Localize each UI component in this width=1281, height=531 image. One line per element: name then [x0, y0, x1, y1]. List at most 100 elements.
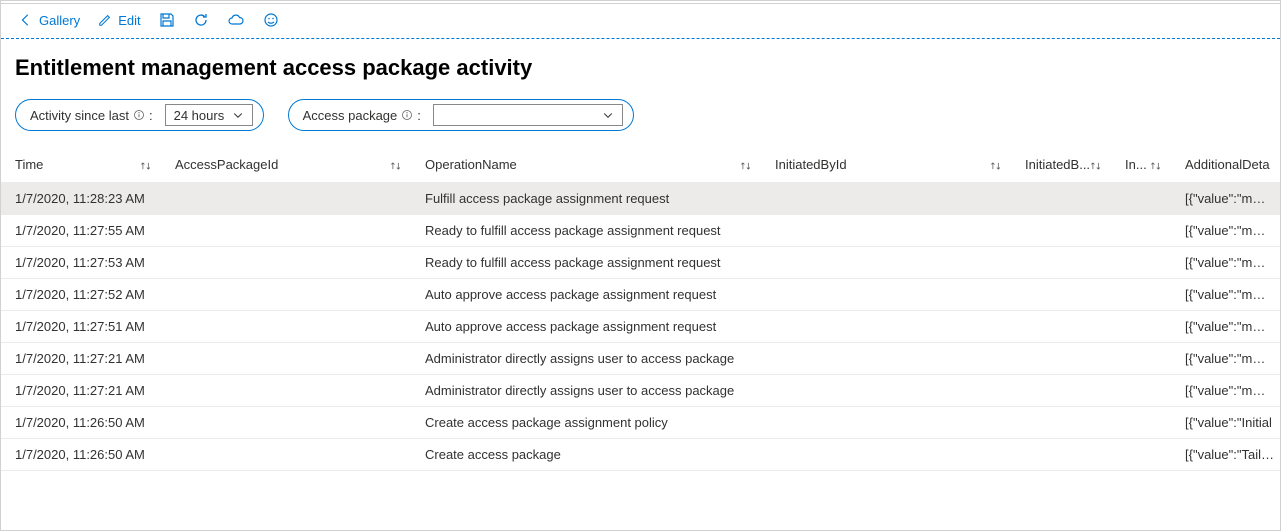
cell-accesspackageid [161, 183, 411, 215]
cell-operationname: Auto approve access package assignment r… [411, 311, 761, 343]
col-accesspackageid[interactable]: AccessPackageId [161, 149, 411, 183]
refresh-button[interactable] [187, 10, 215, 30]
cell-initiatedbyid [761, 343, 1011, 375]
table-row[interactable]: 1/7/2020, 11:27:21 AM Administrator direc… [1, 343, 1280, 375]
cell-operationname: Create access package assignment policy [411, 407, 761, 439]
gallery-button[interactable]: Gallery [13, 11, 86, 30]
chevron-down-icon [232, 109, 244, 121]
col-initiatedbyid[interactable]: InitiatedById [761, 149, 1011, 183]
activity-filter[interactable]: Activity since last : 24 hours [15, 99, 264, 131]
table-header: Time AccessPackageId OperationName Initi… [1, 149, 1280, 183]
cell-initiatedby [1011, 183, 1111, 215]
table-row[interactable]: 1/7/2020, 11:27:21 AMAdministrator direc… [1, 375, 1280, 407]
cell-operationname: Ready to fulfill access package assignme… [411, 247, 761, 279]
table-row[interactable]: 1/7/2020, 11:26:50 AM Create access packa… [1, 439, 1280, 471]
cell-initiatedbyid [761, 407, 1011, 439]
cell-operationname: Create access package [411, 439, 761, 471]
save-icon [159, 12, 175, 28]
cell-time: 1/7/2020, 11:27:21 AM [1, 375, 161, 407]
cell-initiatedbyid [761, 375, 1011, 407]
cell-accesspackageid [161, 343, 411, 375]
save-button[interactable] [153, 10, 181, 30]
cell-time: 1/7/2020, 11:27:53 AM [1, 247, 161, 279]
cell-initiatedbyid [761, 279, 1011, 311]
table-row[interactable]: 1/7/2020, 11:26:50 AM Create access packa… [1, 407, 1280, 439]
sort-icon [739, 160, 753, 172]
cell-initiatedby [1011, 279, 1111, 311]
package-filter-select[interactable] [433, 104, 623, 126]
cell-accesspackageid [161, 311, 411, 343]
cell-time: 1/7/2020, 11:26:50 AM [1, 439, 161, 471]
filter-bar: Activity since last : 24 hours Access pa… [1, 99, 1280, 131]
edit-button[interactable]: Edit [92, 11, 146, 30]
edit-label: Edit [118, 13, 140, 28]
results-table-wrap: Time AccessPackageId OperationName Initi… [1, 149, 1280, 471]
activity-filter-label: Activity since last : [26, 108, 157, 123]
arrow-left-icon [19, 13, 33, 27]
pencil-icon [98, 13, 112, 27]
cell-operationname: Auto approve access package assignment r… [411, 279, 761, 311]
col-operationname[interactable]: OperationName [411, 149, 761, 183]
table-row[interactable]: 1/7/2020, 11:27:53 AM Ready to fulfill ac… [1, 247, 1280, 279]
cell-accesspackageid [161, 215, 411, 247]
cell-operationname: Fulfill access package assignment reques… [411, 183, 761, 215]
app-window: Gallery Edit Entitlement management acce… [0, 0, 1281, 531]
cell-additionaldetails: [{"value":"Initial [1171, 407, 1280, 439]
col-additionaldetails[interactable]: AdditionalDeta [1171, 149, 1280, 183]
table-row[interactable]: 1/7/2020, 11:27:55 AM Ready to fulfill ac… [1, 215, 1280, 247]
package-filter-label: Access package : [299, 108, 425, 123]
cell-initiatedbyid [761, 183, 1011, 215]
cell-initiatedby [1011, 407, 1111, 439]
cloud-button[interactable] [221, 10, 251, 30]
cell-accesspackageid [161, 375, 411, 407]
cell-initiatedbyid [761, 215, 1011, 247]
toolbar: Gallery Edit [1, 4, 1280, 39]
cell-initiatedby [1011, 439, 1111, 471]
col-time[interactable]: Time [1, 149, 161, 183]
package-filter[interactable]: Access package : [288, 99, 634, 131]
sort-icon [1089, 160, 1103, 172]
cell-initiatedby [1011, 311, 1111, 343]
refresh-icon [193, 12, 209, 28]
cell-additionaldetails: [{"value":"mwah [1171, 343, 1280, 375]
col-initiatedby[interactable]: InitiatedB... [1011, 149, 1111, 183]
gallery-label: Gallery [39, 13, 80, 28]
cell-time: 1/7/2020, 11:27:51 AM [1, 311, 161, 343]
cell-in [1111, 183, 1171, 215]
cell-operationname: Ready to fulfill access package assignme… [411, 215, 761, 247]
cell-time: 1/7/2020, 11:27:52 AM [1, 279, 161, 311]
cell-accesspackageid [161, 247, 411, 279]
cell-additionaldetails: [{"value":"Tailspi [1171, 439, 1280, 471]
activity-filter-value: 24 hours [174, 108, 225, 123]
feedback-button[interactable] [257, 10, 285, 30]
cell-time: 1/7/2020, 11:27:55 AM [1, 215, 161, 247]
cell-time: 1/7/2020, 11:28:23 AM [1, 183, 161, 215]
cell-initiatedbyid [761, 311, 1011, 343]
cell-additionaldetails: [{"value":"mwah [1171, 311, 1280, 343]
sort-icon [1149, 160, 1163, 172]
info-icon [401, 109, 413, 121]
cell-additionaldetails: [{"value":"mwah [1171, 279, 1280, 311]
cell-initiatedbyid [761, 439, 1011, 471]
cell-in [1111, 247, 1171, 279]
cell-accesspackageid [161, 439, 411, 471]
table-row[interactable]: 1/7/2020, 11:28:23 AM Fulfill access pack… [1, 183, 1280, 215]
cell-additionaldetails: [{"value":"mwah [1171, 183, 1280, 215]
sort-icon [989, 160, 1003, 172]
cell-time: 1/7/2020, 11:26:50 AM [1, 407, 161, 439]
cell-time: 1/7/2020, 11:27:21 AM [1, 343, 161, 375]
cloud-icon [227, 12, 245, 28]
chevron-down-icon [602, 109, 614, 121]
cell-in [1111, 343, 1171, 375]
info-icon [133, 109, 145, 121]
results-table: Time AccessPackageId OperationName Initi… [1, 149, 1280, 471]
cell-accesspackageid [161, 279, 411, 311]
table-body: 1/7/2020, 11:28:23 AM Fulfill access pack… [1, 183, 1280, 471]
page-title: Entitlement management access package ac… [15, 55, 1280, 81]
cell-initiatedby [1011, 215, 1111, 247]
table-row[interactable]: 1/7/2020, 11:27:51 AM Auto approve access… [1, 311, 1280, 343]
col-in[interactable]: In... [1111, 149, 1171, 183]
cell-operationname: Administrator directly assigns user to a… [411, 343, 761, 375]
activity-filter-select[interactable]: 24 hours [165, 104, 253, 126]
table-row[interactable]: 1/7/2020, 11:27:52 AM Auto approve access… [1, 279, 1280, 311]
